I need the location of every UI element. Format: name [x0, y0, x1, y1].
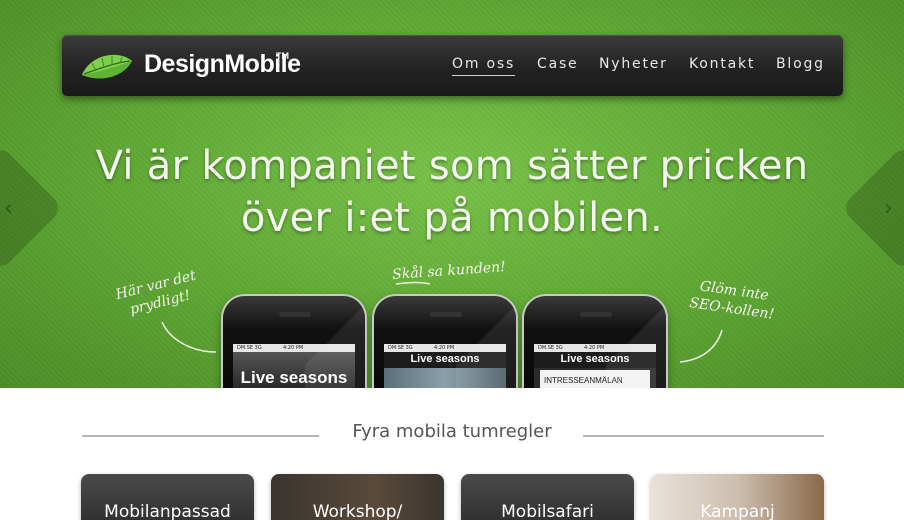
phone-gloss: [305, 296, 365, 388]
tip-card-4[interactable]: Kampanj: [651, 474, 824, 520]
status-carrier: DM.SE 3G: [237, 345, 262, 351]
status-time: 4:20 PM: [584, 345, 605, 351]
status-time: 4:20 PM: [283, 345, 304, 351]
tip-card-label: Mobilsafari: [501, 502, 594, 520]
tip-card-3[interactable]: Mobilsafari: [461, 474, 634, 520]
phone-mockup-1: DM.SE 3G 4:20 PM Live seasons: [223, 296, 365, 388]
phone-gloss: [606, 296, 666, 388]
tip-card-label: Kampanj: [700, 502, 775, 520]
status-carrier: DM.SE 3G: [388, 345, 413, 351]
hero-banner: ‹ › DesignMobile TM Om oss Case Nyheter …: [0, 0, 904, 388]
tip-card-2[interactable]: Workshop/: [271, 474, 444, 520]
tip-card-1[interactable]: Mobilanpassad: [81, 474, 254, 520]
phone-gloss: [456, 296, 516, 388]
phone-mockup-3: DM.SE 3G 4:20 PM Live seasons INTRESSEAN…: [524, 296, 666, 388]
tip-card-label: Workshop/: [312, 502, 403, 520]
tip-card-label: Mobilanpassad: [104, 502, 231, 520]
status-time: 4:20 PM: [434, 345, 455, 351]
section-divider-right: [583, 435, 824, 437]
phone-mockup-2: DM.SE 3G 4:20 PM Live seasons: [374, 296, 516, 388]
status-carrier: DM.SE 3G: [538, 345, 563, 351]
section-title: Fyra mobila tumregler: [352, 421, 552, 442]
